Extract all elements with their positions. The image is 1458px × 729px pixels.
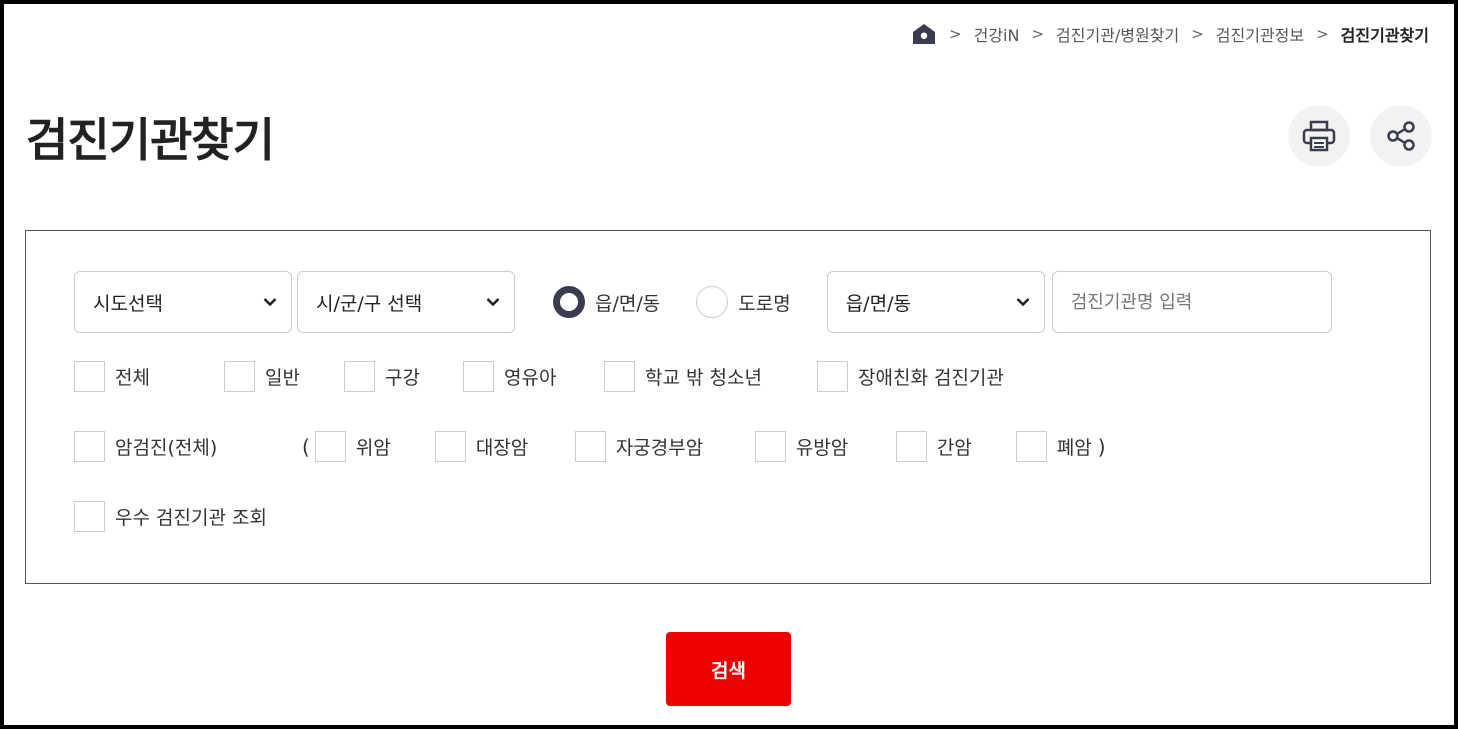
breadcrumb: > 건강iN > 검진기관/병원찾기 > 검진기관정보 > 검진기관찾기 <box>911 22 1429 46</box>
page-title: 검진기관찾기 <box>26 113 275 167</box>
filter-infant-label: 영유아 <box>504 367 557 389</box>
breadcrumb-item-institution-info[interactable]: 검진기관정보 <box>1216 22 1304 46</box>
filter-out-of-school-youth-label: 학교 밖 청소년 <box>645 367 762 389</box>
sido-select-value: 시도선택 <box>93 292 163 315</box>
filter-liver[interactable]: 간암 <box>895 431 1016 462</box>
filter-lung-label: 폐암 <box>1056 437 1092 459</box>
filter-colorectal-label: 대장암 <box>475 437 529 459</box>
filter-infant[interactable]: 영유아 <box>463 361 604 392</box>
filter-cervical[interactable]: 자궁경부암 <box>574 431 755 462</box>
checkbox[interactable] <box>604 361 635 392</box>
filter-breast[interactable]: 유방암 <box>754 431 896 462</box>
radio-emd-indicator[interactable] <box>553 286 585 318</box>
filter-excellent[interactable]: 우수 검진기관 조회 <box>74 501 267 532</box>
emd-select-value: 읍/면/동 <box>845 292 911 315</box>
search-button[interactable]: 검색 <box>666 632 791 706</box>
checkbox[interactable] <box>754 431 786 462</box>
checkbox[interactable] <box>574 431 606 462</box>
page-frame: > 건강iN > 검진기관/병원찾기 > 검진기관정보 > 검진기관찾기 검진기… <box>4 4 1454 725</box>
checkbox[interactable] <box>895 431 927 462</box>
excellent-filter-row: 우수 검진기관 조회 <box>74 501 267 532</box>
checkbox[interactable] <box>817 361 848 392</box>
sigungu-select[interactable]: 시/군/구 선택 <box>297 271 515 333</box>
filter-cancer-all-label: 암검진(전체) <box>115 437 218 459</box>
checkbox[interactable] <box>314 431 346 462</box>
address-type-radio-group: 읍/면/동 도로명 <box>553 286 791 318</box>
checkbox[interactable] <box>74 431 105 462</box>
share-button[interactable] <box>1370 105 1432 167</box>
filter-disability-friendly-label: 장애친화 검진기관 <box>858 367 1004 389</box>
radio-road-indicator[interactable] <box>696 286 729 318</box>
radio-road[interactable]: 도로명 <box>696 286 791 318</box>
filter-dental[interactable]: 구강 <box>344 361 463 392</box>
filter-cervical-label: 자궁경부암 <box>615 437 704 459</box>
checkup-type-filters: 전체 일반 구강 영유아 학교 밖 청소년 장애친화 검진기관 <box>74 361 1004 392</box>
filter-breast-label: 유방암 <box>795 437 849 459</box>
filter-out-of-school-youth[interactable]: 학교 밖 청소년 <box>604 361 817 392</box>
filter-stomach[interactable]: 위암 <box>314 431 435 462</box>
print-icon <box>1302 120 1336 152</box>
emd-select[interactable]: 읍/면/동 <box>826 271 1045 333</box>
filter-all-label: 전체 <box>115 367 150 389</box>
checkbox[interactable] <box>434 431 466 462</box>
checkbox[interactable] <box>463 361 494 392</box>
search-panel: 시도선택 시/군/구 선택 읍/면/동 도로명 읍/면/동 검진기관명 입력 전… <box>25 230 1431 584</box>
paren-open: ( <box>302 434 310 459</box>
sido-select[interactable]: 시도선택 <box>74 271 292 333</box>
filter-disability-friendly[interactable]: 장애친화 검진기관 <box>817 361 1004 392</box>
institution-name-input[interactable] <box>1051 271 1332 333</box>
breadcrumb-separator: > <box>949 25 962 43</box>
checkbox[interactable] <box>74 361 105 392</box>
filter-excellent-label: 우수 검진기관 조회 <box>115 507 267 529</box>
breadcrumb-separator: > <box>1191 25 1204 43</box>
breadcrumb-current: 검진기관찾기 <box>1340 26 1429 45</box>
filter-dental-label: 구강 <box>385 367 420 389</box>
home-icon[interactable] <box>911 22 937 46</box>
filter-all[interactable]: 전체 <box>74 361 224 392</box>
chevron-down-icon <box>263 298 277 307</box>
checkbox[interactable] <box>1015 431 1047 462</box>
filter-cancer-all[interactable]: 암검진(전체) <box>74 431 302 462</box>
breadcrumb-separator: > <box>1316 25 1329 43</box>
chevron-down-icon <box>1016 298 1030 307</box>
radio-road-label: 도로명 <box>738 292 791 315</box>
chevron-down-icon <box>486 298 500 307</box>
paren-close: ) <box>1097 434 1106 459</box>
share-icon <box>1387 121 1415 151</box>
checkbox[interactable] <box>74 501 105 532</box>
radio-emd-label: 읍/면/동 <box>595 292 661 315</box>
checkbox[interactable] <box>344 361 375 392</box>
filter-general[interactable]: 일반 <box>224 361 344 392</box>
checkbox[interactable] <box>224 361 255 392</box>
cancer-filters: 암검진(전체) ( 위암 대장암 자궁경부암 유방암 간암 폐암) <box>74 431 1106 462</box>
filter-lung[interactable]: 폐암 <box>1015 431 1092 462</box>
filter-general-label: 일반 <box>265 367 300 389</box>
search-row-location: 시도선택 시/군/구 선택 읍/면/동 도로명 읍/면/동 <box>74 271 1332 333</box>
breadcrumb-item-hospital-find[interactable]: 검진기관/병원찾기 <box>1056 22 1179 46</box>
sigungu-select-value: 시/군/구 선택 <box>316 292 423 315</box>
breadcrumb-item-home[interactable]: 건강iN <box>974 22 1020 46</box>
filter-colorectal[interactable]: 대장암 <box>434 431 575 462</box>
filter-liver-label: 간암 <box>936 437 972 459</box>
filter-stomach-label: 위암 <box>355 437 391 459</box>
radio-emd[interactable]: 읍/면/동 <box>553 286 660 318</box>
print-button[interactable] <box>1288 105 1350 167</box>
breadcrumb-separator: > <box>1031 25 1045 43</box>
